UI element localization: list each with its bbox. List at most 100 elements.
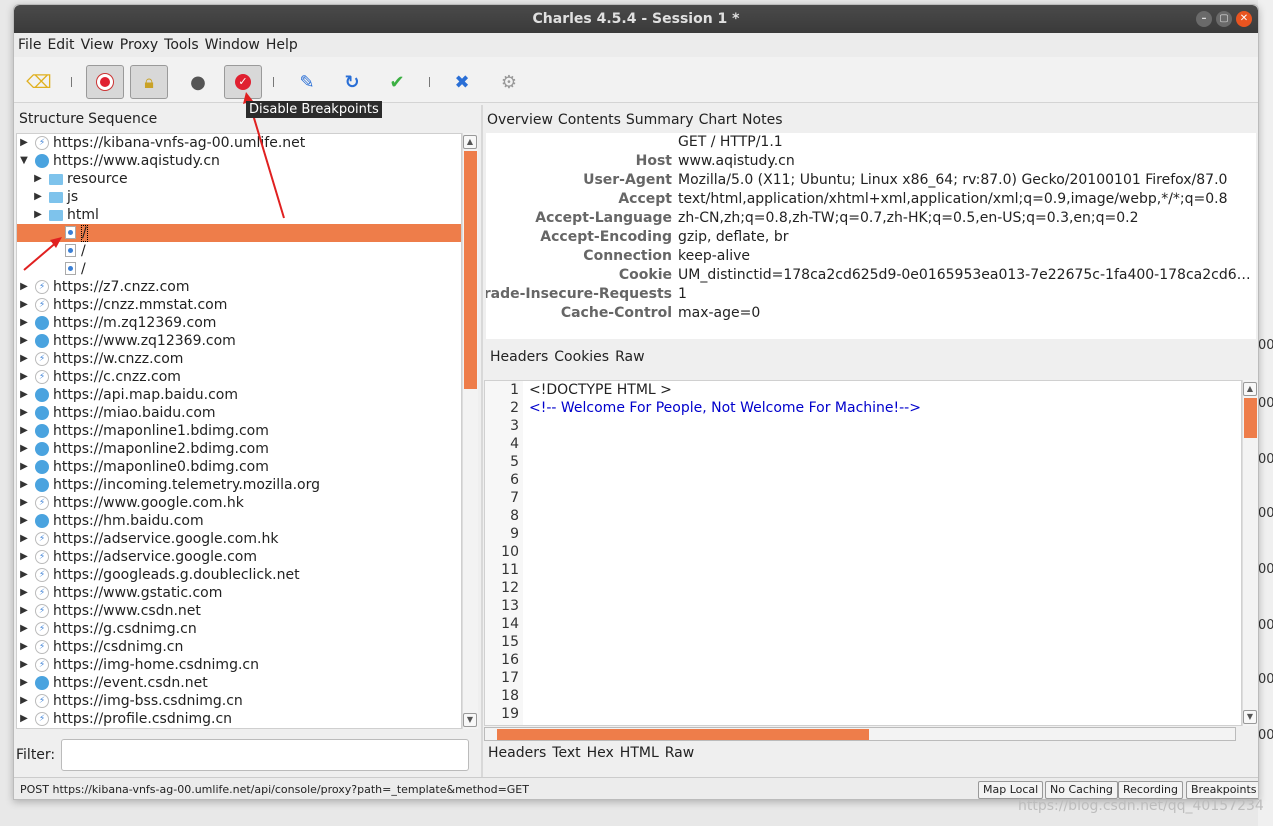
expand-arrow-icon[interactable]: ▶ (19, 530, 29, 548)
tree-row[interactable]: ▶ ⚡ https://w.cnzz.com (17, 350, 461, 368)
close-button[interactable]: ✕ (1236, 11, 1252, 27)
tree-row[interactable]: ▶ https://maponline1.bdimg.com (17, 422, 461, 440)
expand-arrow-icon[interactable]: ▶ (19, 692, 29, 710)
expand-arrow-icon[interactable]: ▶ (19, 332, 29, 350)
tree-row[interactable]: ▶ https://m.zq12369.com (17, 314, 461, 332)
filter-input[interactable] (61, 739, 470, 771)
header-row[interactable]: Host www.aqistudy.cn (486, 152, 1256, 171)
tree-row[interactable]: ▶ resource (17, 170, 461, 188)
pane-splitter[interactable] (481, 105, 483, 781)
tree-row[interactable]: ▶ https://event.csdn.net (17, 674, 461, 692)
settings-button[interactable]: ⚙ (490, 65, 528, 99)
breakpoints-button[interactable]: ✓ (224, 65, 262, 99)
tree-row[interactable]: ▶ ⚡ https://img-home.csdnimg.cn (17, 656, 461, 674)
recording-button[interactable]: Recording (1118, 781, 1184, 799)
tools-button[interactable]: ✖ (443, 65, 481, 99)
expand-arrow-icon[interactable]: ▶ (33, 206, 43, 224)
broom-icon[interactable]: ⌫ (20, 65, 58, 99)
menu-item-file[interactable]: File (18, 37, 41, 53)
code-text[interactable]: <!DOCTYPE HTML > <!-- Welcome For People,… (529, 381, 921, 723)
header-row[interactable]: User-Agent Mozilla/5.0 (X11; Ubuntu; Linu… (486, 171, 1256, 190)
response-tab-hex[interactable]: Hex (587, 745, 614, 761)
expand-arrow-icon[interactable]: ▶ (19, 422, 29, 440)
header-row[interactable]: Connection keep-alive (486, 247, 1256, 266)
tree-row[interactable]: ▶ https://maponline0.bdimg.com (17, 458, 461, 476)
menu-item-tools[interactable]: Tools (164, 37, 199, 53)
expand-arrow-icon[interactable]: ▶ (19, 674, 29, 692)
tree-row[interactable]: ▶ ⚡ https://c.cnzz.com (17, 368, 461, 386)
expand-arrow-icon[interactable]: ▶ (19, 386, 29, 404)
tab-chart[interactable]: Chart (699, 112, 737, 128)
expand-arrow-icon[interactable]: ▶ (19, 566, 29, 584)
menu-item-proxy[interactable]: Proxy (120, 37, 158, 53)
expand-arrow-icon[interactable]: ▶ (19, 278, 29, 296)
header-row[interactable]: Upgrade-Insecure-Requests 1 (486, 285, 1256, 304)
tab-contents[interactable]: Contents (558, 112, 621, 128)
request-tab-cookies[interactable]: Cookies (554, 349, 609, 365)
header-row[interactable]: Accept-Language zh-CN,zh;q=0.8,zh-TW;q=0.… (486, 209, 1256, 228)
tree-row[interactable]: ▶ ⚡ https://googleads.g.doubleclick.net (17, 566, 461, 584)
expand-arrow-icon[interactable]: ▶ (19, 314, 29, 332)
expand-arrow-icon[interactable]: ▶ (19, 134, 29, 152)
tree-row[interactable]: ▶ ⚡ https://z7.cnzz.com (17, 278, 461, 296)
tree-row[interactable]: / (17, 260, 461, 278)
map-local-button[interactable]: Map Local (978, 781, 1044, 799)
expand-arrow-icon[interactable]: ▶ (33, 170, 43, 188)
response-tab-raw[interactable]: Raw (665, 745, 694, 761)
tree-row[interactable]: ▶ ⚡ https://csdnimg.cn (17, 638, 461, 656)
scroll-thumb[interactable] (497, 729, 869, 740)
tree-scrollbar[interactable]: ▲ ▼ (462, 133, 478, 729)
menu-item-window[interactable]: Window (205, 37, 260, 53)
expand-arrow-icon[interactable]: ▶ (19, 458, 29, 476)
scroll-down-arrow[interactable]: ▼ (463, 713, 477, 727)
tree-row[interactable]: ▶ https://incoming.telemetry.mozilla.org (17, 476, 461, 494)
tree-row[interactable]: ▶ ⚡ https://img-bss.csdnimg.cn (17, 692, 461, 710)
tab-sequence[interactable]: Sequence (88, 111, 157, 127)
response-tab-text[interactable]: Text (552, 745, 580, 761)
scroll-thumb[interactable] (464, 151, 477, 389)
tab-summary[interactable]: Summary (626, 112, 694, 128)
code-horizontal-scrollbar[interactable] (484, 727, 1236, 741)
compose-button[interactable]: ✎ (288, 65, 326, 99)
expand-arrow-icon[interactable]: ▶ (19, 584, 29, 602)
tree-row[interactable]: ▶ ⚡ https://adservice.google.com.hk (17, 530, 461, 548)
tab-notes[interactable]: Notes (742, 112, 782, 128)
tree-row[interactable]: ▶ ⚡ https://g.csdnimg.cn (17, 620, 461, 638)
expand-arrow-icon[interactable]: ▶ (19, 476, 29, 494)
breakpoints-status-button[interactable]: Breakpoints (1186, 781, 1258, 799)
expand-arrow-icon[interactable]: ▶ (19, 602, 29, 620)
scroll-thumb[interactable] (1244, 398, 1257, 438)
tree-row[interactable]: ▶ https://www.zq12369.com (17, 332, 461, 350)
menu-item-view[interactable]: View (81, 37, 114, 53)
expand-arrow-icon[interactable]: ▶ (19, 368, 29, 386)
tab-structure[interactable]: Structure (19, 111, 84, 127)
minimize-button[interactable]: – (1196, 11, 1212, 27)
header-row[interactable]: Cache-Control max-age=0 (486, 304, 1256, 323)
throttle-button[interactable]: ● (179, 65, 217, 99)
menu-item-help[interactable]: Help (266, 37, 298, 53)
tree-row[interactable]: ▶ ⚡ https://profile.csdnimg.cn (17, 710, 461, 728)
request-tab-headers[interactable]: Headers (490, 349, 548, 365)
tree-row[interactable]: ▶ ⚡ https://adservice.google.com (17, 548, 461, 566)
expand-arrow-icon[interactable]: ▶ (19, 296, 29, 314)
no-caching-button[interactable]: No Caching (1045, 781, 1118, 799)
tree-row[interactable]: ▶ https://maponline2.bdimg.com (17, 440, 461, 458)
expand-arrow-icon[interactable]: ▶ (19, 710, 29, 728)
record-button[interactable] (86, 65, 124, 99)
code-scrollbar[interactable]: ▲ ▼ (1242, 380, 1258, 726)
scroll-up-arrow[interactable]: ▲ (463, 135, 477, 149)
tab-overview[interactable]: Overview (487, 112, 553, 128)
header-row[interactable]: Accept text/html,application/xhtml+xml,ap… (486, 190, 1256, 209)
ssl-proxy-button[interactable]: 🔒︎ (130, 65, 168, 99)
collapse-arrow-icon[interactable]: ▼ (19, 152, 29, 170)
expand-arrow-icon[interactable]: ▶ (19, 620, 29, 638)
expand-arrow-icon[interactable]: ▶ (19, 548, 29, 566)
tree-row[interactable]: ▶ html (17, 206, 461, 224)
tree-row[interactable]: ▶ https://hm.baidu.com (17, 512, 461, 530)
expand-arrow-icon[interactable]: ▶ (19, 512, 29, 530)
header-row[interactable]: Cookie UM_distinctid=178ca2cd625d9-0e0165… (486, 266, 1256, 285)
scroll-down-arrow[interactable]: ▼ (1243, 710, 1257, 724)
menu-item-edit[interactable]: Edit (47, 37, 74, 53)
maximize-button[interactable]: ▢ (1216, 11, 1232, 27)
tree-row[interactable]: ▶ ⚡ https://www.csdn.net (17, 602, 461, 620)
